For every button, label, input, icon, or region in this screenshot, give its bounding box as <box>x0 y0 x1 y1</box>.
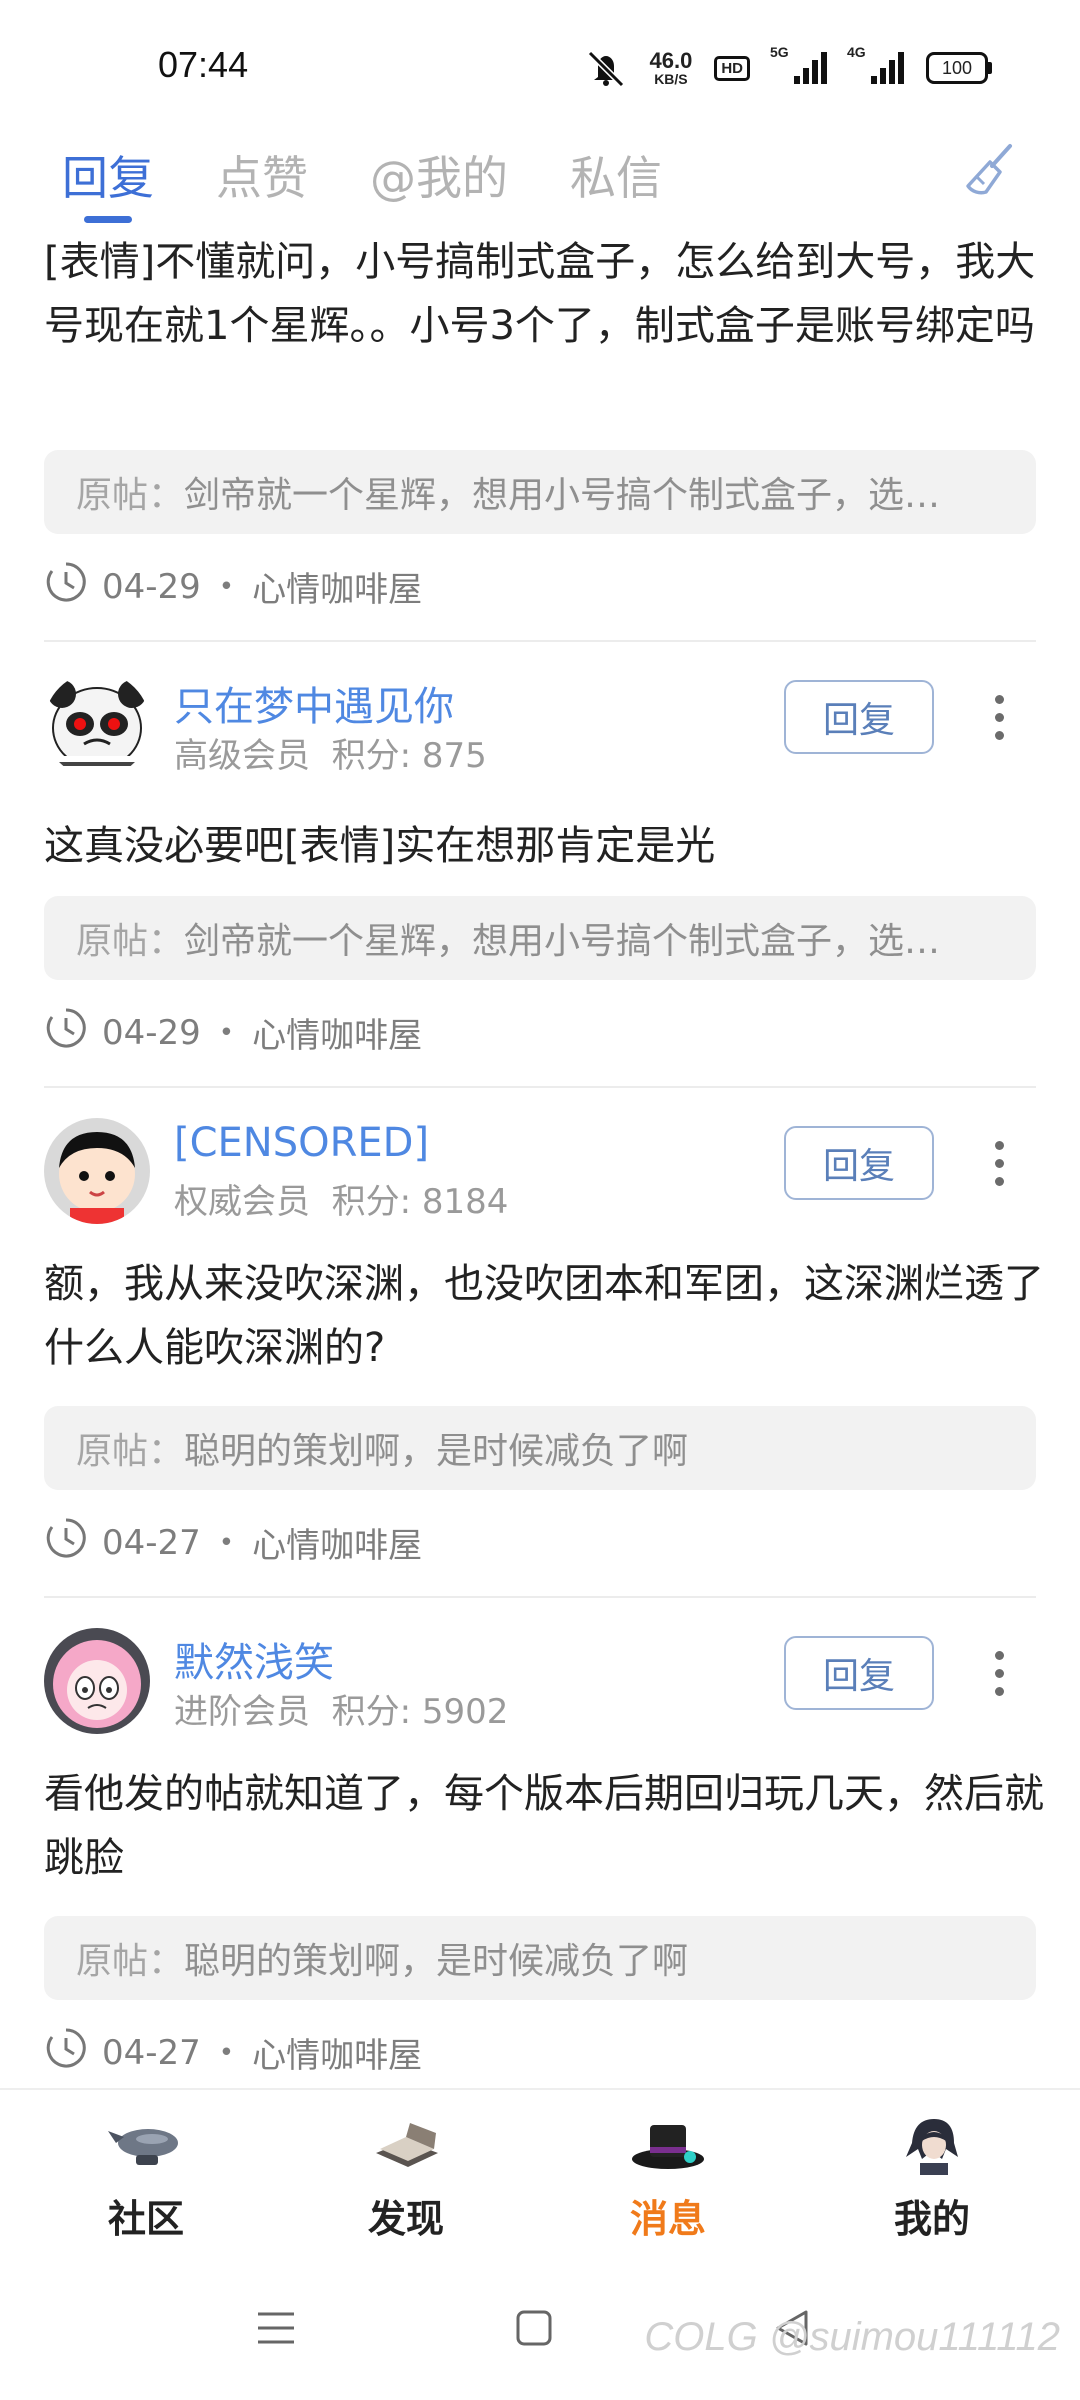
post-date: 04-29 <box>102 1012 201 1053</box>
status-bar: 07:44 46.0 KB/S HD 5G 4G 100 <box>0 0 1080 120</box>
nav-messages[interactable]: 消息 <box>588 2110 748 2243</box>
active-tab-indicator <box>84 216 132 223</box>
home-icon[interactable] <box>504 2298 564 2358</box>
forum-name[interactable]: 心情咖啡屋 <box>252 1008 422 1057</box>
reply-list: [表情]不懂就问，小号搞制式盒子，怎么给到大号，我大号现在就1个星辉。。小号3个… <box>0 230 1080 2088</box>
more-vertical-icon[interactable] <box>984 1638 1014 1708</box>
avatar[interactable] <box>44 672 150 778</box>
username[interactable]: 默然浅笑 <box>174 1630 334 1688</box>
post-meta: 04-27 • 心情咖啡屋 <box>44 2026 422 2079</box>
post-meta: 04-29 • 心情咖啡屋 <box>44 560 422 613</box>
forum-name[interactable]: 心情咖啡屋 <box>252 2028 422 2077</box>
clock-icon <box>44 1006 88 1059</box>
original-post-quote[interactable]: 原帖： 剑帝就一个星辉，想用小号搞个制式盒子，选… <box>44 896 1036 980</box>
nav-community[interactable]: 社区 <box>66 2110 226 2243</box>
comment-text: 看他发的帖就知道了，每个版本后期回归玩几天，然后就跳脸 <box>44 1771 1044 1881</box>
original-post-quote[interactable]: 原帖： 剑帝就一个星辉，想用小号搞个制式盒子，选… <box>44 450 1036 534</box>
reply-button[interactable]: 回复 <box>784 1636 934 1710</box>
forum-name[interactable]: 心情咖啡屋 <box>252 1518 422 1567</box>
more-vertical-icon[interactable] <box>984 1128 1014 1198</box>
comment-text: 这真没必要吧[表情]实在想那肯定是光 <box>44 823 716 869</box>
signal-5g-icon: 5G <box>770 44 827 84</box>
divider <box>44 640 1036 642</box>
comment-text: [表情]不懂就问，小号搞制式盒子，怎么给到大号，我大号现在就1个星辉。。小号3个… <box>44 239 1036 349</box>
menu-icon[interactable] <box>246 2298 306 2358</box>
clock-icon <box>44 2026 88 2079</box>
status-icons: 46.0 KB/S HD 5G 4G 100 <box>584 44 992 90</box>
tab-private-messages[interactable]: 私信 <box>570 142 662 208</box>
message-tabs: 回复 点赞 @我的 私信 <box>0 120 1080 230</box>
clock-icon <box>44 1516 88 1569</box>
broom-icon[interactable] <box>960 140 1020 204</box>
avatar[interactable] <box>44 1628 150 1734</box>
hd-voice-icon: HD <box>714 55 750 81</box>
user-level: 高级会员 积分: 875 <box>174 736 487 776</box>
original-post-quote[interactable]: 原帖： 聪明的策划啊，是时候减负了啊 <box>44 1406 1036 1490</box>
nav-profile[interactable]: 我的 <box>852 2110 1012 2243</box>
book-icon <box>366 2110 446 2180</box>
character-avatar-icon <box>892 2110 972 2180</box>
post-meta: 04-29 • 心情咖啡屋 <box>44 1006 422 1059</box>
reply-button[interactable]: 回复 <box>784 680 934 754</box>
nav-discover[interactable]: 发现 <box>326 2110 486 2243</box>
post-date: 04-27 <box>102 2032 201 2073</box>
comment-text: 额，我从来没吹深渊，也没吹团本和军团，这深渊烂透了什么人能吹深渊的? <box>44 1261 1044 1371</box>
post-date: 04-29 <box>102 566 201 607</box>
tab-replies[interactable]: 回复 <box>62 142 154 208</box>
tab-likes[interactable]: 点赞 <box>216 142 308 208</box>
status-time: 07:44 <box>158 44 249 85</box>
mute-bell-icon <box>584 49 628 87</box>
user-level: 进阶会员 积分: 5902 <box>174 1692 509 1732</box>
more-vertical-icon[interactable] <box>984 682 1014 752</box>
forum-name[interactable]: 心情咖啡屋 <box>252 562 422 611</box>
post-date: 04-27 <box>102 1522 201 1563</box>
network-speed: 46.0 KB/S <box>649 48 693 87</box>
divider <box>44 1596 1036 1598</box>
airship-icon <box>106 2110 186 2180</box>
divider <box>44 1086 1036 1088</box>
avatar[interactable] <box>44 1118 150 1224</box>
username[interactable]: [CENSORED] <box>174 1120 429 1166</box>
user-level: 权威会员 积分: 8184 <box>174 1182 509 1222</box>
top-hat-icon <box>628 2110 708 2180</box>
post-meta: 04-27 • 心情咖啡屋 <box>44 1516 422 1569</box>
watermark: COLG @suimou111112 <box>644 2315 1060 2359</box>
signal-4g-icon: 4G <box>847 44 904 84</box>
bottom-navigation: 社区 发现 消息 我的 <box>0 2088 1080 2268</box>
username[interactable]: 只在梦中遇见你 <box>174 674 454 732</box>
original-post-quote[interactable]: 原帖： 聪明的策划啊，是时候减负了啊 <box>44 1916 1036 2000</box>
battery-icon: 100 <box>926 52 992 84</box>
clock-icon <box>44 560 88 613</box>
reply-button[interactable]: 回复 <box>784 1126 934 1200</box>
tab-mentions[interactable]: @我的 <box>370 142 508 208</box>
